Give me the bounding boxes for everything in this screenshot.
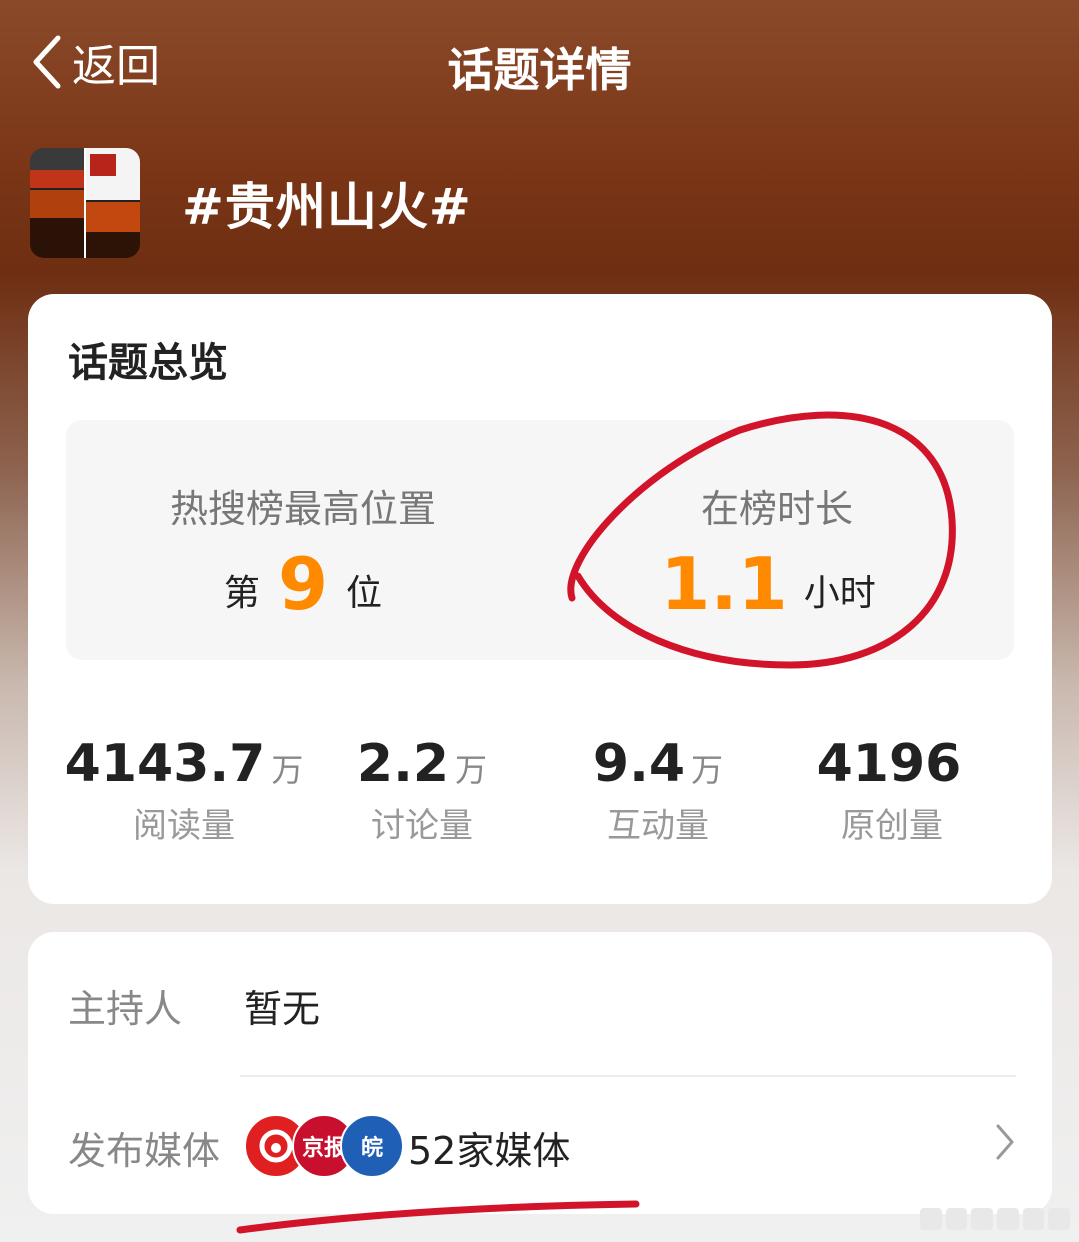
stat-value: 9.4 [592,734,686,794]
host-label: 主持人 [68,987,183,1031]
stat-value: 2.2 [356,734,450,794]
host-value: 暂无 [244,987,321,1031]
home-indicator [920,1208,1071,1230]
rank-prefix: 第 [223,573,260,614]
chevron-right-icon[interactable] [994,1122,1016,1162]
overview-title: 话题总览 [68,340,228,386]
stat-originals: 4196 原创量 [764,734,1020,847]
divider [240,1075,1016,1077]
stat-label: 互动量 [607,806,709,846]
media-logos[interactable]: 京报 皖 [244,1114,404,1178]
rank-suffix: 位 [346,573,383,614]
media-logo: 皖 [340,1114,404,1178]
stat-discussions: 2.2 万 讨论量 [294,734,550,847]
rank-summary: 热搜榜最高位置 第 9 位 在榜时长 1.1 小时 [66,420,1014,660]
topic-thumbnail[interactable] [30,148,140,258]
rank-value: 9 [277,542,329,626]
stat-reads: 4143.7 万 阅读量 [56,734,312,847]
highest-rank-label: 热搜榜最高位置 [169,487,436,531]
rank-duration: 在榜时长 1.1 小时 [540,420,1014,660]
duration-unit: 小时 [803,573,876,614]
stat-label: 原创量 [841,806,943,846]
topic-title: #贵州山火# [182,178,472,236]
page-title: 话题详情 [447,43,632,97]
stats-row: 4143.7 万 阅读量 2.2 万 讨论量 9.4 万 互动量 4196 原创量 [28,734,1052,864]
stat-label: 讨论量 [371,806,473,846]
media-count[interactable]: 52家媒体 [408,1120,570,1175]
duration-value: 1.1 [660,542,788,626]
stat-interactions: 9.4 万 互动量 [530,734,786,847]
nav-bar: 返回 话题详情 [0,0,1079,130]
overview-card: 话题总览 热搜榜最高位置 第 9 位 在榜时长 1.1 小时 4143.7 万 阅… [28,294,1052,904]
stat-unit: 万 [691,751,724,789]
topic-header: #贵州山火# [30,148,472,258]
info-card: 主持人 暂无 发布媒体 京报 皖 52家媒体 [28,932,1052,1214]
stat-value: 4196 [816,734,962,794]
highest-rank: 热搜榜最高位置 第 9 位 [66,420,540,660]
stat-unit: 万 [455,751,488,789]
stat-value: 4143.7 [64,734,266,794]
duration-label: 在榜时长 [700,487,853,531]
stat-label: 阅读量 [133,806,235,846]
media-label: 发布媒体 [68,1129,221,1173]
